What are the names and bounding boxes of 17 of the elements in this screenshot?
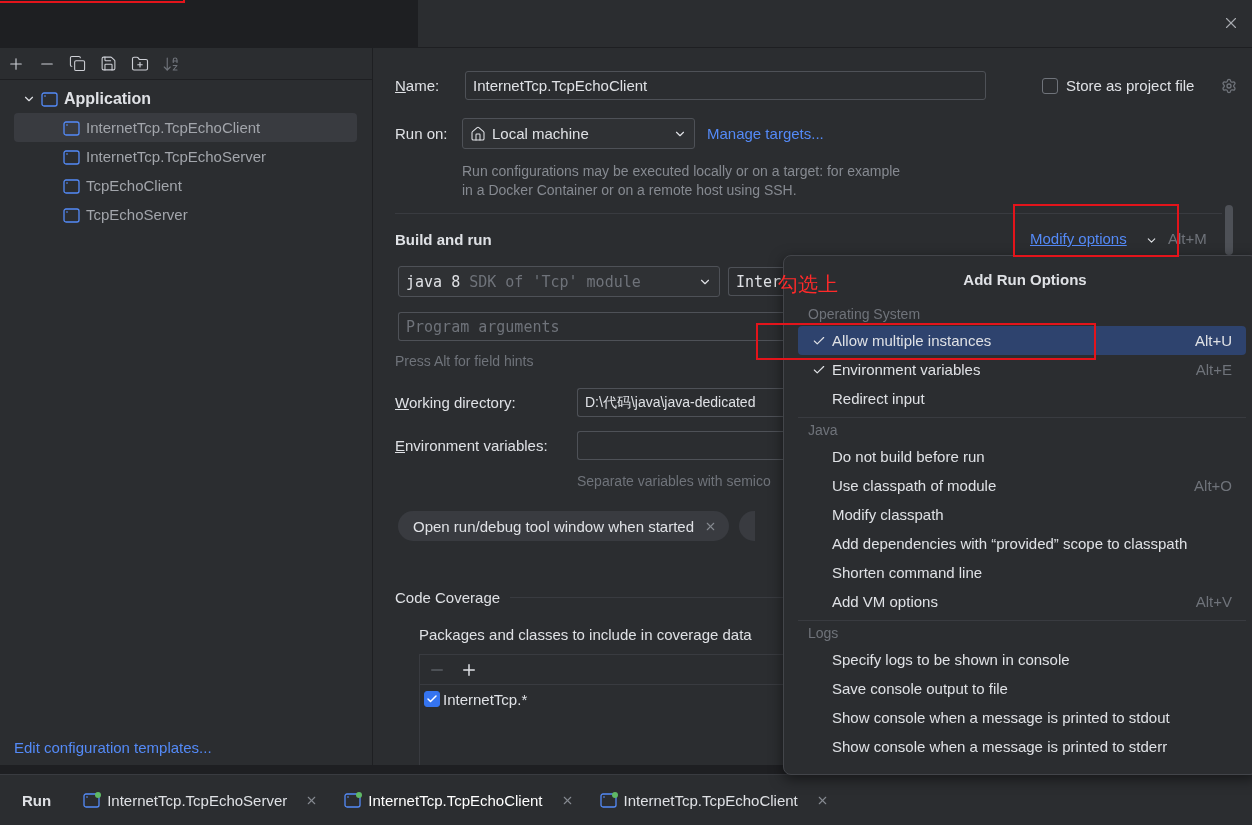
caption-text: Packages and classes to include in coverage data (419, 626, 752, 643)
field-label: Name: (395, 77, 441, 94)
hint-text: Press Alt for field hints (395, 352, 534, 371)
section-title: Code Coverage (395, 589, 501, 606)
hint-text: Separate variables with semico (577, 472, 771, 491)
pattern-text: InternetTcp.* (443, 690, 528, 708)
field-label: Working directory: (395, 394, 517, 411)
field-label: Run on: (395, 125, 449, 142)
menu-title: Add Run Options (963, 270, 1087, 288)
menu-section-header: Operating System (807, 305, 922, 324)
checkbox-label: Store as project file (1066, 77, 1196, 94)
description-text: Run configurations may be executed locally or on a target: for example in a Docker Container or on a remote host using SSH. (462, 162, 902, 200)
menu-section-header: Logs (807, 624, 840, 643)
section-title: Build and run (395, 230, 492, 248)
tool-window-title: Run (22, 791, 52, 809)
field-label: Environment variables: (395, 437, 549, 454)
menu-section-header: Java (807, 421, 839, 440)
